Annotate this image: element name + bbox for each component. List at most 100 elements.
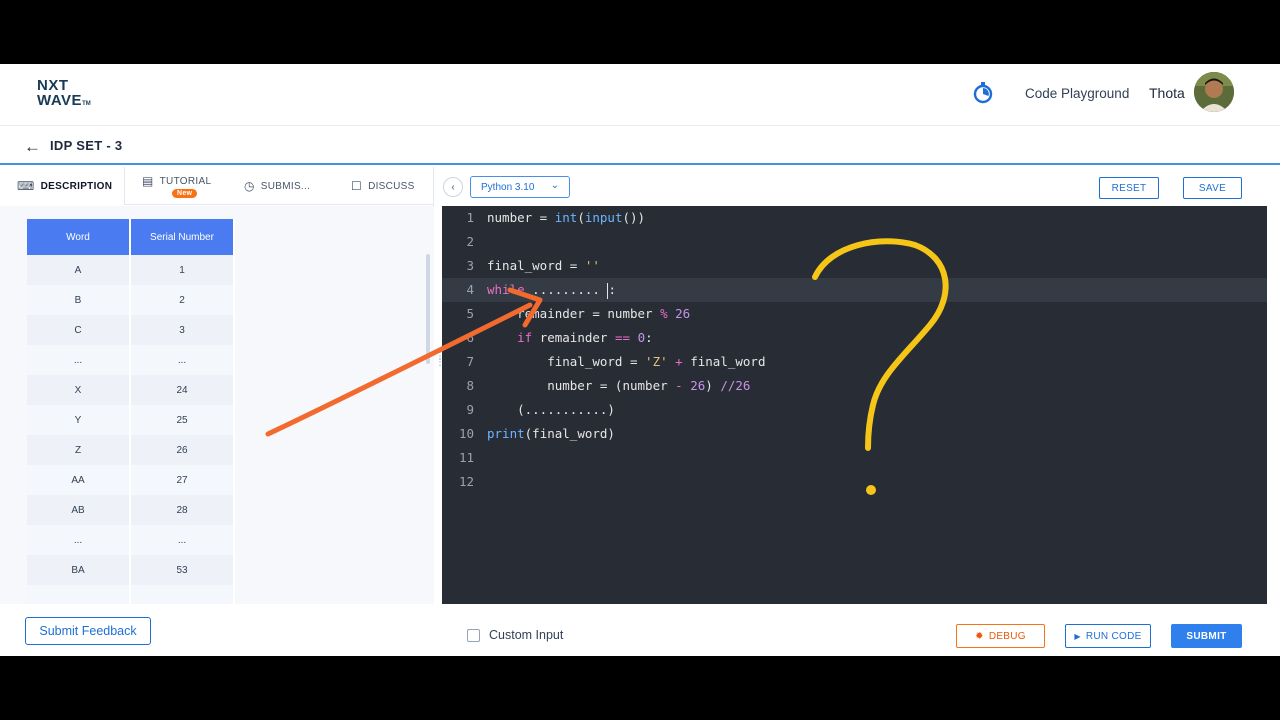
line-number: 9 (466, 402, 474, 417)
submit-button[interactable]: SUBMIT (1171, 624, 1242, 648)
description-scrollbar[interactable] (426, 254, 430, 364)
keyboard-icon: ⌨ (17, 179, 35, 193)
submit-feedback-button[interactable]: Submit Feedback (25, 617, 151, 645)
bottom-action-bar: Submit Feedback Custom Input ✹ DEBUG ▶ R… (0, 604, 1280, 656)
table-row: C3 (27, 315, 235, 345)
code-line: 10 print(final_word) (442, 422, 1267, 446)
panel-tabs: ⌨ DESCRIPTION ▤ TUTORIAL New ◷ SUBMIS...… (0, 167, 434, 205)
code-text: remainder = number % 26 (487, 306, 691, 321)
panel-resize-handle[interactable]: ⋮ ⋮ (435, 352, 445, 388)
line-number: 1 (466, 210, 474, 225)
table-cell: ... (27, 345, 131, 375)
table-row: Y 25 (27, 405, 235, 435)
table-cell: ... (131, 345, 235, 375)
table-cell: A (27, 255, 131, 285)
line-number: 6 (466, 330, 474, 345)
table-row: ...... (27, 345, 235, 375)
code-line: 5 remainder = number % 26 (442, 302, 1267, 326)
code-line: 12 (442, 470, 1267, 494)
editor-toolbar: ‹ Python 3.10 ⌄ RESET SAVE (441, 167, 1267, 205)
code-line: 7 final_word = 'Z' + final_word (442, 350, 1267, 374)
logo-tm: TM (82, 101, 91, 107)
line-number: 3 (466, 258, 474, 273)
table-cell: 26 (131, 435, 235, 465)
table-row: B2 (27, 285, 235, 315)
code-text: number = int(input()) (487, 210, 646, 225)
table-row: Z 26 (27, 435, 235, 465)
new-badge: New (172, 189, 198, 198)
table-row: X 24 (27, 375, 235, 405)
code-editor[interactable]: 1 number = int(input()) 2 3 final_word = '… (442, 206, 1267, 616)
table-cell: 27 (131, 465, 235, 495)
run-code-button[interactable]: ▶ RUN CODE (1065, 624, 1151, 648)
clock-icon: ◷ (244, 179, 255, 193)
logo-line2: WAVE (37, 92, 83, 109)
table-header-word: Word (27, 219, 131, 255)
stopwatch-icon[interactable] (972, 82, 994, 104)
code-line-active: 4 while ......... : (442, 278, 1267, 302)
table-cell: 25 (131, 405, 235, 435)
tab-tutorial[interactable]: ▤ TUTORIAL New (142, 167, 222, 205)
table-header-row: Word Serial Number (27, 219, 235, 255)
line-number: 12 (458, 474, 474, 489)
logo-line2-wrap: WAVETM (37, 93, 91, 112)
code-text: final_word = '' (487, 258, 600, 273)
code-line: 6 if remainder == 0: (442, 326, 1267, 350)
chevron-down-icon: ⌄ (550, 180, 559, 191)
reset-button[interactable]: RESET (1099, 177, 1159, 199)
chat-icon: ☐ (351, 179, 363, 193)
table-cell: AB (27, 495, 131, 525)
back-arrow-icon[interactable]: ← (24, 137, 41, 157)
code-text: number = (number - 26) //26 (487, 378, 751, 393)
avatar-image (1194, 72, 1234, 112)
table-cell: 3 (131, 315, 235, 345)
table-row (27, 585, 235, 604)
table-cell: Z (27, 435, 131, 465)
tab-description-label: DESCRIPTION (40, 180, 113, 192)
line-number: 4 (466, 282, 474, 297)
brand-logo[interactable]: NXT WAVETM (37, 78, 91, 112)
table-row: ...... (27, 525, 235, 555)
table-cell: 1 (131, 255, 235, 285)
document-icon: ▤ (142, 174, 154, 188)
table-cell: ... (27, 525, 131, 555)
table-row: A1 (27, 255, 235, 285)
app-window: NXT WAVETM Code Playground Thota ← IDP S… (0, 64, 1280, 656)
line-number: 2 (466, 234, 474, 249)
table-cell: 2 (131, 285, 235, 315)
tab-tutorial-row: ▤ TUTORIAL (142, 174, 211, 188)
word-serial-table: Word Serial Number A1 B2 C3 ...... X 24 Y… (27, 219, 235, 604)
debug-button[interactable]: ✹ DEBUG (956, 624, 1045, 648)
code-text: if remainder == 0: (517, 330, 653, 345)
tab-discuss-label: DISCUSS (368, 180, 415, 192)
user-name[interactable]: Thota (1149, 85, 1185, 101)
line-number: 11 (458, 450, 474, 465)
line-number: 8 (466, 378, 474, 393)
table-cell: B (27, 285, 131, 315)
tab-tutorial-label: TUTORIAL (159, 175, 212, 187)
run-code-button-label: RUN CODE (1085, 630, 1142, 642)
custom-input-checkbox[interactable] (467, 629, 480, 642)
tab-discuss[interactable]: ☐ DISCUSS (351, 167, 431, 205)
table-cell (131, 585, 235, 604)
table-row: AA 27 (27, 465, 235, 495)
save-button[interactable]: SAVE (1183, 177, 1242, 199)
code-line: 2 (442, 230, 1267, 254)
avatar[interactable] (1194, 72, 1234, 112)
code-line: 11 (442, 446, 1267, 470)
code-text: while ......... : (487, 282, 616, 299)
language-select[interactable]: Python 3.10 ⌄ (470, 176, 570, 198)
tab-submissions-label: SUBMIS... (260, 180, 311, 192)
code-text: print(final_word) (487, 426, 615, 441)
code-playground-link[interactable]: Code Playground (1025, 86, 1129, 101)
description-content[interactable]: Word Serial Number A1 B2 C3 ...... X 24 Y… (0, 206, 434, 604)
custom-input-label[interactable]: Custom Input (489, 628, 563, 642)
top-header: NXT WAVETM Code Playground Thota (0, 64, 1280, 126)
language-select-value: Python 3.10 (481, 181, 535, 193)
description-panel: ⌨ DESCRIPTION ▤ TUTORIAL New ◷ SUBMIS...… (0, 167, 434, 604)
tab-description[interactable]: ⌨ DESCRIPTION (0, 167, 125, 205)
collapse-panel-button[interactable]: ‹ (443, 177, 463, 197)
debug-button-label: DEBUG (988, 630, 1026, 642)
table-header-serial: Serial Number (131, 219, 235, 255)
tab-submissions[interactable]: ◷ SUBMIS... (244, 167, 334, 205)
